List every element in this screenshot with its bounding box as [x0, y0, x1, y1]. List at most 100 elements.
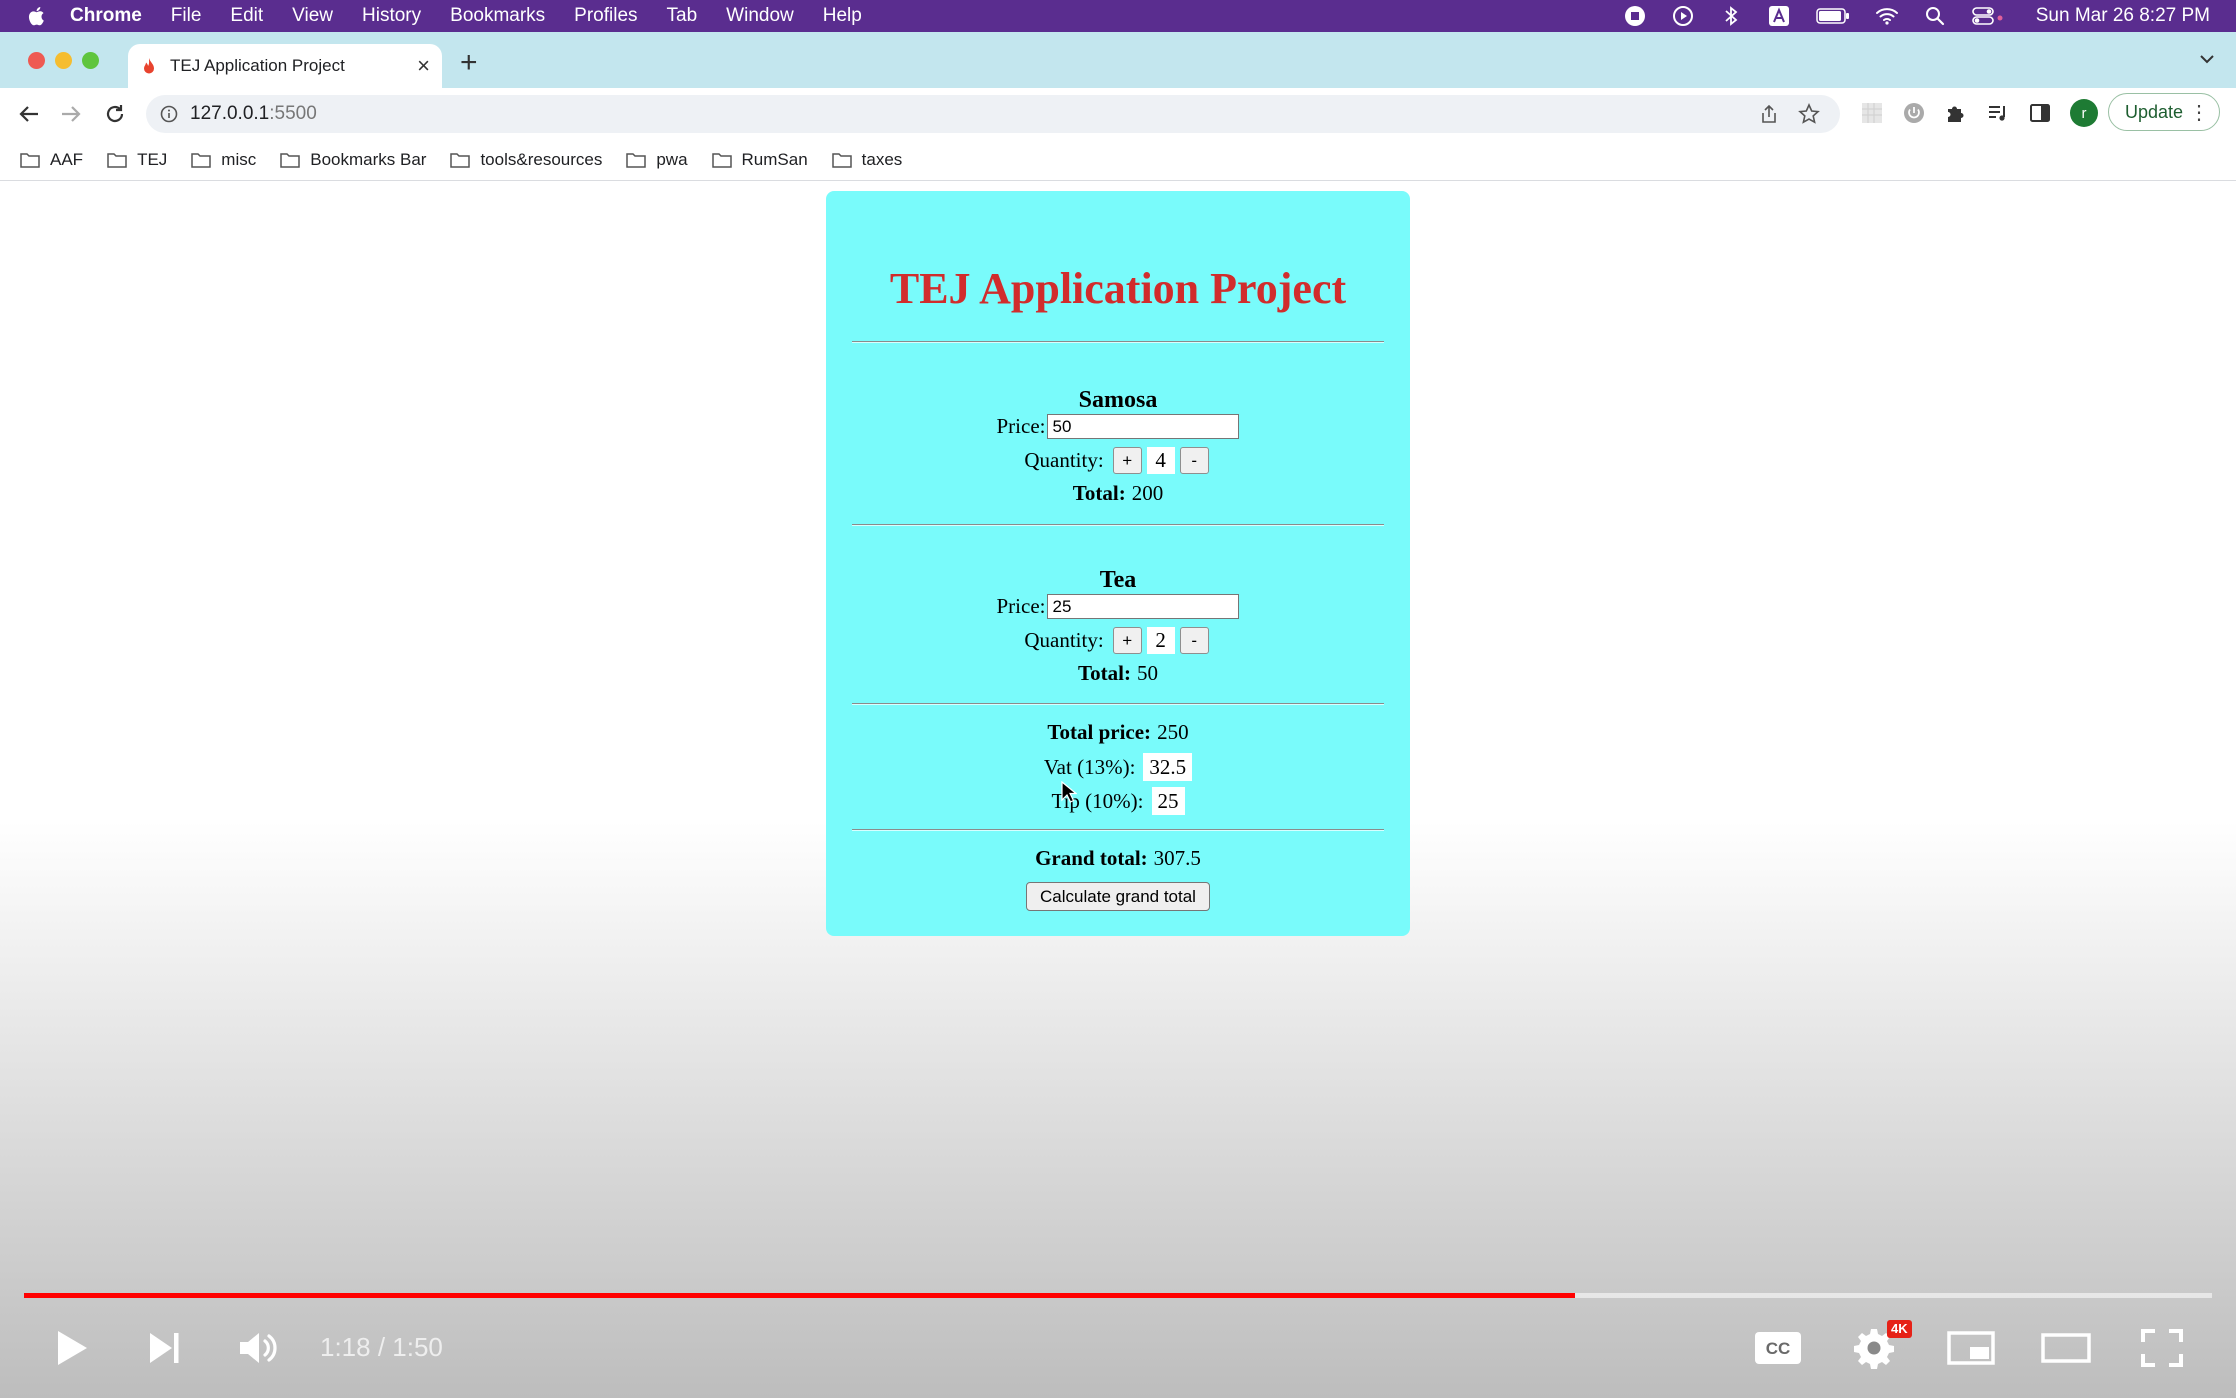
screen-record-icon[interactable]	[1624, 5, 1646, 27]
bluetooth-icon[interactable]	[1720, 5, 1742, 27]
bookmark-label: taxes	[861, 150, 903, 169]
bookmark-folder-tools-resources[interactable]: tools&resources	[450, 150, 602, 170]
order-card: TEJ Application Project Samosa Price: Qu…	[826, 191, 1410, 936]
more-menu-icon[interactable]: ⋮	[2189, 100, 2209, 125]
bookmark-folder-tej[interactable]: TEJ	[107, 150, 167, 170]
control-center-icon[interactable]	[1971, 5, 2006, 27]
menu-tab[interactable]: Tab	[667, 5, 698, 27]
menu-edit[interactable]: Edit	[230, 5, 263, 27]
extension-grid-icon[interactable]	[1860, 101, 1884, 127]
side-panel-icon[interactable]	[2028, 101, 2052, 127]
address-bar[interactable]: 127.0.0.1 :5500	[146, 95, 1840, 133]
app-title: TEJ Application Project	[889, 264, 1347, 313]
samosa-price-input[interactable]	[1047, 414, 1240, 439]
browser-tab-strip: TEJ Application Project × +	[0, 32, 2236, 88]
fullscreen-icon[interactable]	[2140, 1328, 2184, 1368]
calculate-grand-total-button[interactable]: Calculate grand total	[1026, 882, 1210, 911]
apple-icon[interactable]	[28, 6, 46, 26]
closed-captions-icon[interactable]: CC	[1754, 1330, 1802, 1366]
wifi-icon[interactable]	[1875, 5, 1898, 27]
close-window-button[interactable]	[28, 52, 45, 69]
bookmark-folder-bookmarks-bar[interactable]: Bookmarks Bar	[280, 150, 426, 170]
theater-mode-icon[interactable]	[2040, 1330, 2092, 1366]
active-tab[interactable]: TEJ Application Project ×	[128, 44, 442, 88]
site-info-icon[interactable]	[160, 105, 178, 123]
bookmark-label: Bookmarks Bar	[310, 150, 427, 169]
item-total-row: Total: 200	[826, 481, 1410, 506]
volume-icon[interactable]	[236, 1327, 282, 1369]
tea-price-input[interactable]	[1047, 594, 1240, 619]
menu-window[interactable]: Window	[726, 5, 794, 27]
quantity-row: Quantity: + 2 -	[826, 627, 1410, 654]
back-arrow-icon[interactable]	[16, 101, 42, 127]
total-price-value: 250	[1157, 720, 1189, 744]
menubar-clock[interactable]: Sun Mar 26 8:27 PM	[2036, 5, 2210, 27]
tea-total-value: 50	[1136, 661, 1158, 685]
puzzle-extensions-icon[interactable]	[1944, 101, 1968, 127]
zoom-window-button[interactable]	[82, 52, 99, 69]
item-name-row: Samosa	[826, 387, 1410, 414]
bookmark-folder-rumsan[interactable]: RumSan	[711, 150, 808, 170]
tip-value: 25	[1151, 787, 1185, 815]
bookmark-label: tools&resources	[480, 150, 603, 169]
total-price-row: Total price: 250	[826, 720, 1410, 745]
reload-icon[interactable]	[102, 101, 128, 127]
samosa-increase-button[interactable]: +	[1112, 447, 1142, 474]
menu-help[interactable]: Help	[823, 5, 862, 27]
samosa-decrease-button[interactable]: -	[1179, 447, 1209, 474]
url-host: 127.0.0.1	[190, 103, 270, 124]
bookmark-label: AAF	[50, 150, 84, 169]
next-video-icon[interactable]	[146, 1328, 182, 1368]
grand-total-label: Grand total:	[1035, 846, 1148, 870]
bookmark-folder-aaf[interactable]: AAF	[20, 150, 83, 170]
macos-menu-bar: Chrome File Edit View History Bookmarks …	[0, 0, 2236, 32]
play-icon[interactable]	[52, 1326, 92, 1370]
folder-icon	[626, 153, 647, 168]
grand-total-value: 307.5	[1153, 846, 1201, 870]
quantity-row: Quantity: + 4 -	[826, 447, 1410, 474]
tea-decrease-button[interactable]: -	[1179, 627, 1209, 654]
bookmark-label: misc	[221, 150, 257, 169]
svg-text:CC: CC	[1766, 1339, 1791, 1358]
tab-search-chevron-icon[interactable]	[2198, 50, 2216, 68]
item-total-row: Total: 50	[826, 661, 1410, 686]
menu-bookmarks[interactable]: Bookmarks	[450, 5, 545, 27]
play-circle-icon[interactable]	[1672, 5, 1694, 27]
profile-avatar[interactable]: r	[2070, 99, 2098, 127]
new-tab-icon[interactable]: +	[460, 46, 478, 80]
divider	[852, 524, 1384, 526]
menu-view[interactable]: View	[292, 5, 333, 27]
miniplayer-icon[interactable]	[1946, 1330, 1996, 1366]
video-progress-bar[interactable]	[24, 1293, 2212, 1298]
tea-quantity-value: 2	[1146, 627, 1175, 654]
minimize-window-button[interactable]	[55, 52, 72, 69]
share-icon[interactable]	[1760, 104, 1778, 124]
input-source-icon[interactable]	[1768, 5, 1790, 27]
menu-file[interactable]: File	[171, 5, 202, 27]
close-tab-icon[interactable]: ×	[417, 53, 430, 79]
menu-history[interactable]: History	[362, 5, 421, 27]
bookmark-folder-misc[interactable]: misc	[191, 150, 256, 170]
total-price-label: Total price:	[1047, 720, 1152, 744]
video-frame[interactable]: TEJ Application Project Samosa Price: Qu…	[0, 181, 2236, 1398]
grand-total-row: Grand total: 307.5	[826, 846, 1410, 871]
forward-arrow-icon[interactable]	[58, 101, 84, 127]
bookmark-folder-pwa[interactable]: pwa	[626, 150, 688, 170]
tab-title: TEJ Application Project	[170, 56, 345, 75]
menu-profiles[interactable]: Profiles	[574, 5, 637, 27]
price-row: Price:	[826, 414, 1410, 439]
update-button[interactable]: Update ⋮	[2108, 93, 2220, 131]
item-name-row: Tea	[826, 567, 1410, 594]
bookmark-star-icon[interactable]	[1798, 103, 1820, 125]
folder-icon	[831, 153, 852, 168]
bookmark-folder-taxes[interactable]: taxes	[831, 150, 903, 170]
mouse-cursor-icon	[1061, 781, 1077, 803]
power-extension-icon[interactable]	[1902, 101, 1926, 127]
media-control-icon[interactable]	[1986, 101, 2010, 127]
divider	[852, 829, 1384, 831]
menu-app-name[interactable]: Chrome	[70, 5, 142, 27]
tea-increase-button[interactable]: +	[1112, 627, 1142, 654]
spotlight-search-icon[interactable]	[1924, 5, 1946, 27]
quality-badge: 4K	[1887, 1320, 1912, 1338]
battery-icon[interactable]	[1815, 5, 1850, 27]
